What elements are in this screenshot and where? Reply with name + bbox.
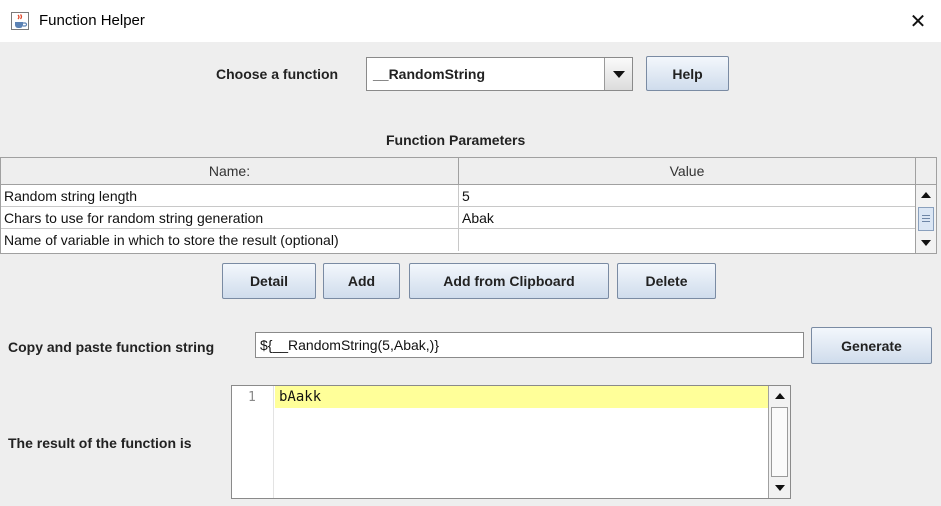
generate-button[interactable]: Generate [811,327,932,364]
detail-button-label: Detail [249,273,289,289]
combobox-arrow-button[interactable] [604,58,632,90]
scroll-up-button[interactable] [916,185,936,205]
detail-button[interactable]: Detail [222,263,316,299]
add-from-clipboard-label: Add from Clipboard [443,273,575,289]
column-header-value[interactable]: Value [459,158,915,184]
function-combobox-value: __RandomString [373,66,486,82]
result-text-area[interactable]: 1 bAakk [231,385,791,499]
delete-button-label: Delete [645,273,688,289]
add-from-clipboard-button[interactable]: Add from Clipboard [409,263,609,299]
arrow-down-icon [921,240,931,246]
scroll-down-button[interactable] [916,233,936,253]
java-cup-icon [11,12,29,30]
function-combobox[interactable]: __RandomString [366,57,633,91]
close-button[interactable]: ✕ [903,6,933,36]
scroll-down-button[interactable] [769,478,790,498]
param-value-cell[interactable]: Abak [459,207,915,228]
arrow-up-icon [774,393,785,399]
window-title: Function Helper [39,12,145,29]
scroll-up-button[interactable] [769,386,790,406]
function-string-input[interactable]: ${__RandomString(5,Abak,)} [255,332,804,358]
table-row[interactable]: Chars to use for random string generatio… [1,207,915,229]
delete-button[interactable]: Delete [617,263,716,299]
line-number: 1 [248,390,256,405]
arrow-up-icon [921,192,931,198]
scroll-thumb[interactable] [918,207,934,231]
column-header-name[interactable]: Name: [1,158,459,184]
result-label: The result of the function is [8,435,192,451]
current-line-highlight: bAakk [275,386,768,408]
param-name-cell[interactable]: Name of variable in which to store the r… [1,229,459,251]
param-name-cell[interactable]: Chars to use for random string generatio… [1,207,459,228]
function-string-label: Copy and paste function string [8,339,215,355]
table-body: Random string length 5 Chars to use for … [1,185,915,251]
param-name-cell[interactable]: Random string length [1,185,459,206]
help-button[interactable]: Help [646,56,729,91]
function-parameters-heading: Function Parameters [386,132,526,148]
table-header-corner [915,158,936,185]
scroll-track[interactable] [771,407,788,477]
add-button[interactable]: Add [323,263,400,299]
table-scrollbar[interactable] [915,185,936,253]
param-value-cell[interactable]: 5 [459,185,915,206]
choose-function-label: Choose a function [216,66,339,82]
close-icon: ✕ [909,10,927,33]
help-button-label: Help [672,65,703,82]
line-number-gutter: 1 [232,386,274,498]
result-scrollbar[interactable] [768,386,790,498]
table-row[interactable]: Name of variable in which to store the r… [1,229,915,251]
param-value-cell[interactable] [459,229,915,251]
add-button-label: Add [347,273,376,289]
chevron-down-icon [612,70,625,78]
table-row[interactable]: Random string length 5 [1,185,915,207]
table-header: Name: Value [1,158,915,185]
arrow-down-icon [774,485,785,491]
generate-button-label: Generate [841,337,902,354]
title-bar: Function Helper ✕ [0,0,941,42]
result-text[interactable]: bAakk [279,389,321,405]
parameters-table: Name: Value Random string length 5 Chars… [0,157,937,254]
